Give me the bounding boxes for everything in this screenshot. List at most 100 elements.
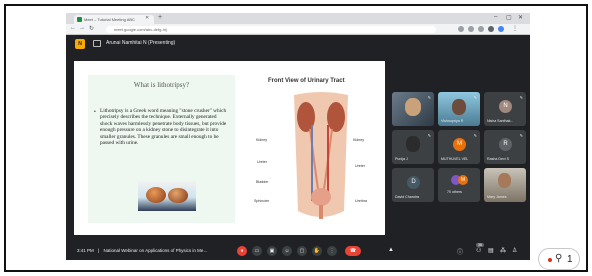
downloads-icon[interactable] — [488, 26, 494, 32]
browser-tab-bar: Meet – Tutorial Meeting ABC ✕ + – ▢ ✕ — [66, 13, 530, 24]
mic-icon: ✎ — [473, 95, 477, 100]
back-icon[interactable]: ← — [70, 25, 76, 31]
meeting-control-bar: 3:41 PM | National Webinar on Applicatio… — [66, 242, 530, 260]
participant-tile[interactable]: Punija J ✎ — [392, 130, 434, 164]
present-button[interactable]: ▢ — [297, 246, 307, 256]
participant-avatar: R — [499, 138, 512, 151]
participant-avatar: M — [453, 138, 466, 151]
participant-tile[interactable]: N Nisha Santhak... ✎ — [484, 92, 526, 126]
participant-tile[interactable]: R Rasha Devi S ✎ — [484, 130, 526, 164]
new-tab-icon[interactable]: + — [158, 14, 162, 21]
maximize-icon[interactable]: ▢ — [506, 14, 512, 21]
meeting-time-title: 3:41 PM | National Webinar on Applicatio… — [77, 248, 207, 253]
mic-icon: ✎ — [427, 95, 431, 100]
captions-button[interactable]: ▣ — [267, 246, 277, 256]
person-icon: ⚲ — [555, 253, 563, 264]
participant-avatar: N — [499, 100, 512, 113]
meet-favicon-icon — [77, 17, 82, 22]
mic-icon: ✎ — [473, 133, 477, 138]
extension-icon[interactable] — [458, 26, 464, 32]
label-urethra: Urethra — [355, 199, 367, 203]
right-kidney-shape — [327, 102, 345, 132]
more-options-button[interactable]: ⋮ — [327, 246, 337, 256]
info-icon[interactable]: ⓘ — [457, 247, 463, 256]
label-sphincter: Sphincter — [254, 199, 270, 203]
others-tile[interactable]: M 70 others — [438, 168, 480, 202]
label-bladder: Bladder — [256, 180, 269, 184]
camera-toggle-button[interactable]: ▭ — [252, 246, 262, 256]
people-icon[interactable]: ⚇ — [476, 247, 481, 254]
minimize-icon[interactable]: – — [494, 14, 497, 20]
urethra-shape — [319, 205, 323, 219]
label-ureter-right: Ureter — [355, 164, 365, 168]
page: Meet – Tutorial Meeting ABC ✕ + – ▢ ✕ ← … — [0, 0, 592, 276]
shared-slide: What is lithotripsy? • Lithotripsy is a … — [74, 61, 385, 235]
participant-tile[interactable]: Vishnupriya R ✎ — [438, 92, 480, 126]
participant-avatar: D — [407, 176, 420, 189]
label-kidney-right: Kidney — [353, 138, 364, 142]
presenter-avatar: N — [75, 39, 85, 49]
recording-dot-icon — [548, 258, 552, 262]
meeting-title: National Webinar on Applications of Phys… — [103, 248, 208, 253]
kidney-stones-image — [138, 181, 196, 211]
presenting-bar: N Arunai Namhitai N (Presenting) — [66, 35, 530, 53]
emoji-button[interactable]: ☺ — [282, 246, 292, 256]
participant-name: Rasha Devi S — [487, 157, 509, 161]
label-kidney-left: Kidney — [256, 138, 267, 142]
others-avatar: M — [458, 175, 468, 185]
bullet-marker: • — [94, 109, 96, 115]
extensions-puzzle-icon[interactable] — [478, 26, 484, 32]
tab-title: Meet – Tutorial Meeting ABC — [84, 17, 135, 22]
participant-name: David Chandra — [395, 195, 419, 199]
close-window-icon[interactable]: ✕ — [518, 14, 523, 21]
mic-toggle-button[interactable]: ● — [237, 246, 247, 256]
participant-tile[interactable]: Mary James — [484, 168, 526, 202]
end-call-button[interactable]: ☎ — [345, 246, 361, 256]
address-bar: ← → ↻ meet.google.com/abc-defg-hij ⋮ — [66, 24, 530, 35]
url-input[interactable]: meet.google.com/abc-defg-hij — [106, 26, 436, 33]
mouse-cursor-icon: ▲ — [388, 247, 394, 253]
close-tab-icon[interactable]: ✕ — [145, 15, 149, 21]
present-screen-icon — [93, 40, 101, 47]
people-count-button[interactable]: ⚲ 1 — [538, 248, 580, 270]
others-count: 70 others — [447, 190, 462, 194]
separator: | — [98, 248, 100, 253]
participant-name: MUTHUVEL VEL — [441, 157, 469, 161]
bladder-shape — [311, 188, 331, 206]
participant-face — [452, 99, 466, 115]
meeting-time: 3:41 PM — [77, 248, 94, 253]
raise-hand-button[interactable]: ✋ — [312, 246, 322, 256]
urinary-tract-diagram — [294, 92, 348, 219]
label-ureter-left: Ureter — [257, 160, 267, 164]
browser-menu-icon[interactable]: ⋮ — [512, 25, 518, 32]
host-controls-icon[interactable]: ♙ — [512, 247, 517, 254]
slide-text-panel: What is lithotripsy? • Lithotripsy is a … — [88, 75, 235, 223]
browser-tab[interactable]: Meet – Tutorial Meeting ABC ✕ — [74, 15, 154, 24]
mic-icon: ✎ — [427, 133, 431, 138]
participant-name: Nisha Santhak... — [487, 119, 514, 123]
presenting-label: Arunai Namhitai N (Presenting) — [106, 40, 176, 46]
forward-icon[interactable]: → — [79, 25, 85, 31]
people-count: 1 — [567, 254, 573, 265]
mic-icon: ✎ — [519, 95, 523, 100]
activities-icon[interactable]: ⁂ — [500, 247, 506, 254]
slide-title: What is lithotripsy? — [133, 81, 190, 89]
bookmark-icon[interactable] — [468, 26, 474, 32]
url-text: meet.google.com/abc-defg-hij — [114, 27, 167, 32]
chat-icon[interactable]: ▤ — [488, 247, 494, 254]
participant-face — [498, 173, 511, 188]
meet-window: Meet – Tutorial Meeting ABC ✕ + – ▢ ✕ ← … — [66, 13, 530, 260]
participant-face — [405, 98, 421, 116]
participant-tile[interactable]: ✎ — [392, 92, 434, 126]
profile-avatar-icon[interactable] — [498, 26, 504, 32]
stone-shape — [168, 188, 188, 203]
participant-tile[interactable]: D David Chandra — [392, 168, 434, 202]
participant-name: Punija J — [395, 157, 408, 161]
mic-icon: ✎ — [519, 133, 523, 138]
stone-shape — [146, 187, 166, 203]
reload-icon[interactable]: ↻ — [89, 25, 94, 32]
diagram-title: Front View of Urinary Tract — [268, 78, 345, 84]
slide-body-text: Lithotripsy is a Greek word meaning "sto… — [100, 108, 227, 147]
participant-tile[interactable]: M MUTHUVEL VEL ✎ — [438, 130, 480, 164]
participant-video — [406, 136, 420, 152]
